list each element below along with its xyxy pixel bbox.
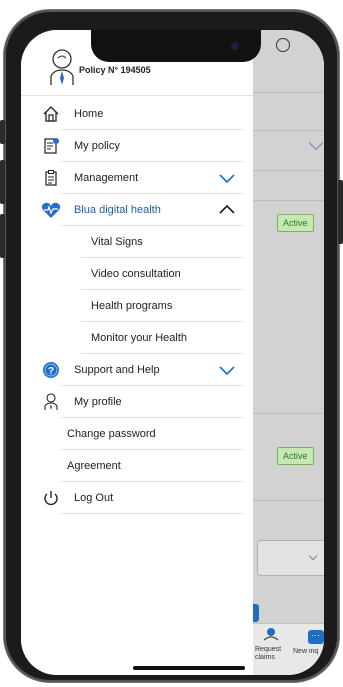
home-indicator[interactable] — [133, 666, 245, 670]
bg-chevron-down-icon[interactable] — [308, 135, 324, 151]
notch — [91, 30, 261, 62]
policy-number: Policy N° 194505 — [79, 65, 151, 75]
menu-item-label: Video consultation — [91, 268, 181, 280]
bottom-nav: Request claims ··· New inq — [253, 623, 324, 675]
menu-item-label: Agreement — [67, 460, 121, 472]
status-badge: Active — [277, 447, 314, 465]
phone-power-button — [338, 180, 343, 244]
chevron-down-icon[interactable] — [219, 362, 235, 378]
menu-item-label: My profile — [74, 396, 122, 408]
chevron-down-icon — [308, 551, 318, 561]
home-icon — [41, 104, 61, 124]
request-claims-label[interactable]: Request claims — [255, 646, 291, 662]
menu-item-agreement[interactable]: Agreement — [21, 450, 253, 482]
navigation-drawer: Policy N° 194505 Home My policy Manageme… — [21, 30, 253, 675]
menu-item-home[interactable]: Home — [21, 98, 253, 130]
menu-item-label: My policy — [74, 140, 120, 152]
request-claims-icon[interactable] — [263, 628, 279, 642]
submenu-item-video-consultation[interactable]: Video consultation — [21, 258, 253, 290]
submenu-item-health-programs[interactable]: Health programs — [21, 290, 253, 322]
menu-item-label: Log Out — [74, 492, 114, 504]
menu-item-label: Home — [74, 108, 104, 120]
phone-volume-down — [0, 214, 5, 258]
chevron-down-icon[interactable] — [219, 170, 235, 186]
submenu-item-monitor-your-health[interactable]: Monitor your Health — [21, 322, 253, 354]
menu-item-label: Health programs — [91, 300, 173, 312]
globe-icon[interactable] — [276, 38, 290, 52]
menu-item-log-out[interactable]: Log Out — [21, 482, 253, 514]
avatar-icon — [49, 48, 75, 86]
phone-frame: Active Active Request claims ··· New inq — [0, 10, 343, 682]
phone-volume-up — [0, 160, 5, 204]
menu-item-label: Change password — [67, 428, 156, 440]
clipboard-icon — [41, 168, 61, 188]
menu-item-label: Management — [74, 172, 139, 184]
chevron-up-icon[interactable] — [219, 202, 235, 218]
power-icon — [41, 488, 61, 508]
status-badge: Active — [277, 214, 314, 232]
svg-text:?: ? — [48, 366, 54, 377]
heart-health-icon — [41, 200, 61, 220]
menu-item-management[interactable]: Management — [21, 162, 253, 194]
menu-item-label: Vital Signs — [91, 236, 143, 248]
bg-select[interactable] — [257, 540, 324, 576]
menu-item-blua-digital-health[interactable]: Blua digital health — [21, 194, 253, 226]
new-inquiry-label[interactable]: New inq — [293, 648, 324, 656]
new-inquiry-icon[interactable]: ··· — [308, 630, 324, 644]
screen: Active Active Request claims ··· New inq — [21, 30, 324, 675]
menu-item-my-profile[interactable]: My profile — [21, 386, 253, 418]
menu-item-label: Blua digital health — [74, 204, 161, 216]
menu-item-change-password[interactable]: Change password — [21, 418, 253, 450]
profile-icon — [41, 392, 61, 412]
help-icon: ? — [41, 360, 61, 380]
phone-mute-switch — [0, 120, 5, 144]
policy-document-icon — [41, 136, 61, 156]
menu-item-support-and-help[interactable]: ? Support and Help — [21, 354, 253, 386]
menu-item-label: Monitor your Health — [91, 332, 187, 344]
menu-item-my-policy[interactable]: My policy — [21, 130, 253, 162]
menu-item-label: Support and Help — [74, 364, 160, 376]
submenu-item-vital-signs[interactable]: Vital Signs — [21, 226, 253, 258]
